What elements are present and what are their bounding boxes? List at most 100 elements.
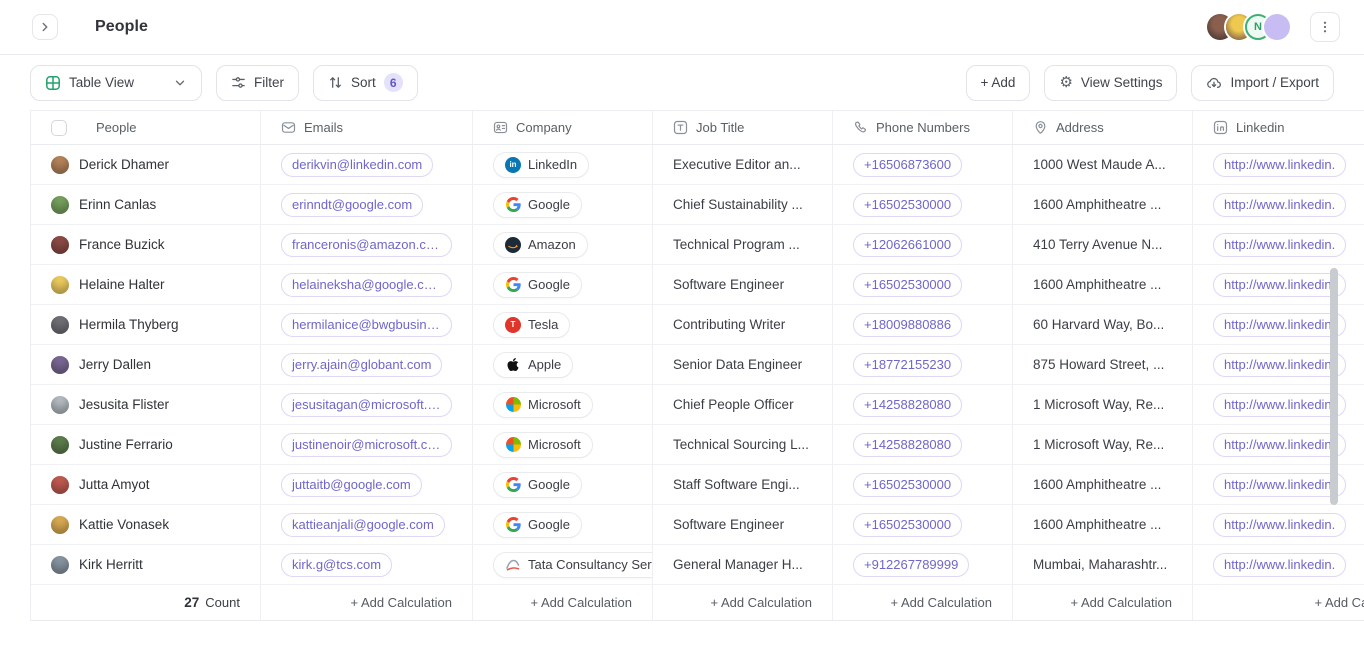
table-row[interactable]: Jesusita Flister jesusitagan@microsoft.c… xyxy=(31,385,1364,425)
company-pill[interactable]: Google xyxy=(493,272,582,298)
linkedin-pill[interactable]: http://www.linkedin. xyxy=(1213,513,1346,537)
person-cell[interactable]: Erinn Canlas xyxy=(31,185,261,224)
email-cell[interactable]: jesusitagan@microsoft.com xyxy=(261,385,473,424)
linkedin-pill[interactable]: http://www.linkedin. xyxy=(1213,273,1346,297)
linkedin-pill[interactable]: http://www.linkedin. xyxy=(1213,473,1346,497)
add-calculation-button[interactable]: + Add Calculation xyxy=(1314,595,1364,610)
job-title-cell[interactable]: Executive Editor an... xyxy=(653,145,833,184)
company-pill[interactable]: Amazon xyxy=(493,232,588,258)
company-pill[interactable]: Google xyxy=(493,192,582,218)
sidebar-expand-button[interactable] xyxy=(32,14,58,40)
email-pill[interactable]: hermilanice@bwgbusiness... xyxy=(281,313,452,337)
email-pill[interactable]: kattieanjali@google.com xyxy=(281,513,445,537)
linkedin-pill[interactable]: http://www.linkedin. xyxy=(1213,553,1346,577)
linkedin-cell[interactable]: http://www.linkedin. xyxy=(1193,265,1364,304)
email-cell[interactable]: kirk.g@tcs.com xyxy=(261,545,473,584)
phone-cell[interactable]: +14258828080 xyxy=(833,425,1013,464)
table-row[interactable]: Derick Dhamer derikvin@linkedin.com in L… xyxy=(31,145,1364,185)
table-row[interactable]: Jerry Dallen jerry.ajain@globant.com App… xyxy=(31,345,1364,385)
person-cell[interactable]: Kirk Herritt xyxy=(31,545,261,584)
company-cell[interactable]: Google xyxy=(473,465,653,504)
company-pill[interactable]: T Tesla xyxy=(493,312,570,338)
linkedin-cell[interactable]: http://www.linkedin. xyxy=(1193,505,1364,544)
phone-pill[interactable]: +12062661000 xyxy=(853,233,962,257)
person-cell[interactable]: Jerry Dallen xyxy=(31,345,261,384)
phone-pill[interactable]: +18772155230 xyxy=(853,353,962,377)
linkedin-cell[interactable]: http://www.linkedin. xyxy=(1193,305,1364,344)
phone-pill[interactable]: +16502530000 xyxy=(853,273,962,297)
job-title-cell[interactable]: Software Engineer xyxy=(653,505,833,544)
more-options-button[interactable] xyxy=(1310,12,1340,42)
column-header-address[interactable]: Address xyxy=(1013,111,1193,144)
phone-pill[interactable]: +14258828080 xyxy=(853,393,962,417)
job-title-cell[interactable]: Chief People Officer xyxy=(653,385,833,424)
email-pill[interactable]: jerry.ajain@globant.com xyxy=(281,353,442,377)
phone-pill[interactable]: +16502530000 xyxy=(853,473,962,497)
table-row[interactable]: Hermila Thyberg hermilanice@bwgbusiness.… xyxy=(31,305,1364,345)
table-row[interactable]: Kattie Vonasek kattieanjali@google.com G… xyxy=(31,505,1364,545)
job-title-cell[interactable]: Staff Software Engi... xyxy=(653,465,833,504)
address-cell[interactable]: 1600 Amphitheatre ... xyxy=(1013,465,1193,504)
phone-pill[interactable]: +16502530000 xyxy=(853,513,962,537)
phone-cell[interactable]: +18772155230 xyxy=(833,345,1013,384)
phone-cell[interactable]: +16502530000 xyxy=(833,505,1013,544)
address-cell[interactable]: 1600 Amphitheatre ... xyxy=(1013,185,1193,224)
job-title-cell[interactable]: Senior Data Engineer xyxy=(653,345,833,384)
person-cell[interactable]: Jesusita Flister xyxy=(31,385,261,424)
linkedin-cell[interactable]: http://www.linkedin. xyxy=(1193,145,1364,184)
linkedin-pill[interactable]: http://www.linkedin. xyxy=(1213,433,1346,457)
email-pill[interactable]: juttaitb@google.com xyxy=(281,473,422,497)
email-cell[interactable]: derikvin@linkedin.com xyxy=(261,145,473,184)
phone-cell[interactable]: +16506873600 xyxy=(833,145,1013,184)
linkedin-cell[interactable]: http://www.linkedin. xyxy=(1193,345,1364,384)
add-calculation-button[interactable]: + Add Calculation xyxy=(1070,595,1172,610)
phone-pill[interactable]: +14258828080 xyxy=(853,433,962,457)
table-row[interactable]: France Buzick franceronis@amazon.com Ama… xyxy=(31,225,1364,265)
phone-pill[interactable]: +16502530000 xyxy=(853,193,962,217)
email-cell[interactable]: helaineksha@google.com xyxy=(261,265,473,304)
linkedin-cell[interactable]: http://www.linkedin. xyxy=(1193,185,1364,224)
column-header-company[interactable]: Company xyxy=(473,111,653,144)
address-cell[interactable]: 1600 Amphitheatre ... xyxy=(1013,505,1193,544)
company-pill[interactable]: Microsoft xyxy=(493,392,593,418)
table-row[interactable]: Kirk Herritt kirk.g@tcs.com Tata Consult… xyxy=(31,545,1364,585)
address-cell[interactable]: 1 Microsoft Way, Re... xyxy=(1013,385,1193,424)
add-calculation-button[interactable]: + Add Calculation xyxy=(710,595,812,610)
company-cell[interactable]: Apple xyxy=(473,345,653,384)
address-cell[interactable]: Mumbai, Maharashtr... xyxy=(1013,545,1193,584)
company-cell[interactable]: Tata Consultancy Servi xyxy=(473,545,653,584)
avatar[interactable] xyxy=(1264,14,1290,40)
person-cell[interactable]: Kattie Vonasek xyxy=(31,505,261,544)
company-cell[interactable]: T Tesla xyxy=(473,305,653,344)
company-cell[interactable]: Google xyxy=(473,505,653,544)
person-cell[interactable]: Jutta Amyot xyxy=(31,465,261,504)
email-cell[interactable]: justinenoir@microsoft.com xyxy=(261,425,473,464)
email-cell[interactable]: franceronis@amazon.com xyxy=(261,225,473,264)
email-cell[interactable]: kattieanjali@google.com xyxy=(261,505,473,544)
job-title-cell[interactable]: General Manager H... xyxy=(653,545,833,584)
email-pill[interactable]: derikvin@linkedin.com xyxy=(281,153,433,177)
company-cell[interactable]: Amazon xyxy=(473,225,653,264)
phone-cell[interactable]: +14258828080 xyxy=(833,385,1013,424)
add-calculation-button[interactable]: + Add Calculation xyxy=(530,595,632,610)
company-cell[interactable]: Google xyxy=(473,265,653,304)
linkedin-pill[interactable]: http://www.linkedin. xyxy=(1213,153,1346,177)
job-title-cell[interactable]: Technical Sourcing L... xyxy=(653,425,833,464)
add-button[interactable]: + Add xyxy=(966,65,1031,101)
phone-pill[interactable]: +16506873600 xyxy=(853,153,962,177)
linkedin-cell[interactable]: http://www.linkedin. xyxy=(1193,425,1364,464)
address-cell[interactable]: 410 Terry Avenue N... xyxy=(1013,225,1193,264)
column-header-phone-numbers[interactable]: Phone Numbers xyxy=(833,111,1013,144)
select-all-checkbox[interactable] xyxy=(51,120,67,136)
view-settings-button[interactable]: ⚙ View Settings xyxy=(1044,65,1177,101)
email-cell[interactable]: juttaitb@google.com xyxy=(261,465,473,504)
phone-cell[interactable]: +18009880886 xyxy=(833,305,1013,344)
linkedin-cell[interactable]: http://www.linkedin. xyxy=(1193,465,1364,504)
linkedin-cell[interactable]: http://www.linkedin. xyxy=(1193,225,1364,264)
phone-cell[interactable]: +12062661000 xyxy=(833,225,1013,264)
company-cell[interactable]: Microsoft xyxy=(473,425,653,464)
phone-pill[interactable]: +18009880886 xyxy=(853,313,962,337)
company-cell[interactable]: Microsoft xyxy=(473,385,653,424)
linkedin-pill[interactable]: http://www.linkedin. xyxy=(1213,233,1346,257)
email-cell[interactable]: erinndt@google.com xyxy=(261,185,473,224)
